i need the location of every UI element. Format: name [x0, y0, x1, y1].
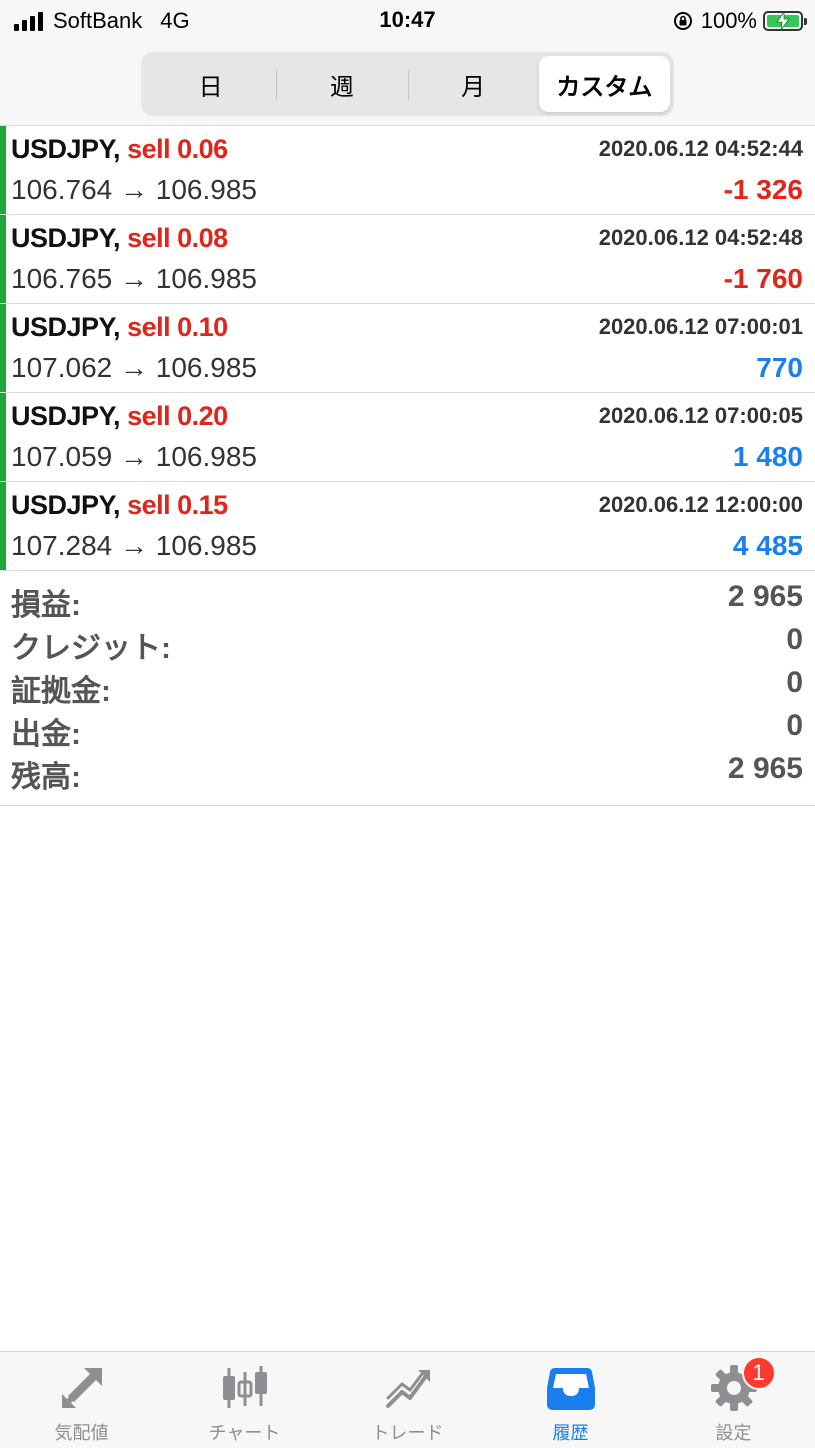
trade-symbol: USDJPY, [11, 490, 121, 520]
tab-settings[interactable]: 1 設定 [652, 1352, 815, 1448]
period-selector-bar: 日 週 月 カスタム [0, 42, 815, 126]
bottom-tab-bar: 気配値 チャート トレード 履歴 1 設定 [0, 1351, 815, 1448]
inbox-tray-icon [546, 1368, 595, 1410]
trade-side: sell 0.15 [127, 490, 228, 520]
tab-chart[interactable]: チャート [163, 1352, 326, 1448]
trade-profit: 4 485 [732, 530, 803, 561]
segment-day[interactable]: 日 [145, 56, 276, 112]
trade-prices: 107.059 → 106.985 [11, 441, 257, 472]
tab-label: チャート [208, 1423, 281, 1443]
trade-side: sell 0.08 [127, 223, 228, 253]
row-marker [0, 393, 6, 481]
account-summary: 損益: 2 965 クレジット: 0 証拠金: 0 出金: 0 残高: 2 96… [0, 580, 815, 806]
trade-symbol: USDJPY, [11, 223, 121, 253]
tab-history[interactable]: 履歴 [489, 1352, 652, 1448]
trade-prices: 107.284 → 106.985 [11, 530, 257, 561]
arrows-diagonal-icon [61, 1368, 102, 1408]
trade-prices: 107.062 → 106.985 [11, 352, 257, 383]
summary-value: 0 [786, 709, 803, 742]
rotation-lock-icon [673, 12, 692, 30]
summary-label: 出金: [11, 718, 81, 751]
summary-value: 2 965 [727, 580, 803, 613]
trade-prices: 106.764 → 106.985 [11, 174, 257, 205]
tab-label: 気配値 [54, 1423, 109, 1443]
trade-time: 2020.06.12 07:00:01 [598, 314, 803, 339]
trade-symbol: USDJPY, [11, 401, 121, 431]
summary-label: 損益: [11, 589, 81, 622]
segment-week[interactable]: 週 [276, 56, 407, 112]
trade-history-list: USDJPY, sell 0.06 2020.06.12 04:52:44 10… [0, 126, 815, 571]
trade-symbol: USDJPY, [11, 134, 121, 164]
trade-row[interactable]: USDJPY, sell 0.10 2020.06.12 07:00:01 10… [0, 304, 815, 393]
period-segmented-control: 日 週 月 カスタム [141, 52, 674, 116]
row-marker [0, 482, 6, 570]
tab-label: 設定 [715, 1423, 752, 1443]
summary-row-credit: クレジット: 0 [0, 623, 815, 666]
summary-value: 0 [786, 623, 803, 656]
row-marker [0, 126, 6, 214]
trade-row[interactable]: USDJPY, sell 0.06 2020.06.12 04:52:44 10… [0, 126, 815, 215]
summary-value: 2 965 [727, 752, 803, 785]
trade-row[interactable]: USDJPY, sell 0.08 2020.06.12 04:52:48 10… [0, 215, 815, 304]
summary-label: クレジット: [11, 632, 171, 665]
summary-label: 証拠金: [11, 675, 111, 708]
row-marker [0, 215, 6, 303]
trade-profit: 1 480 [732, 441, 803, 472]
candlestick-icon [222, 1366, 267, 1408]
battery-icon [763, 11, 807, 31]
trade-side: sell 0.20 [127, 401, 228, 431]
trade-row[interactable]: USDJPY, sell 0.15 2020.06.12 12:00:00 10… [0, 482, 815, 571]
notification-badge: 1 [741, 1356, 776, 1390]
trade-time: 2020.06.12 07:00:05 [598, 403, 803, 428]
trade-profit: 770 [756, 352, 803, 383]
summary-label: 残高: [11, 761, 81, 794]
trade-symbol: USDJPY, [11, 312, 121, 342]
tab-quotes[interactable]: 気配値 [0, 1352, 163, 1448]
tab-label: トレード [371, 1423, 444, 1443]
trade-side: sell 0.10 [127, 312, 228, 342]
trade-side: sell 0.06 [127, 134, 228, 164]
segment-month[interactable]: 月 [407, 56, 539, 112]
segment-custom[interactable]: カスタム [538, 56, 670, 112]
battery-percent: 100% [700, 8, 757, 33]
summary-row-profit: 損益: 2 965 [0, 580, 815, 623]
summary-row-deposit: 証拠金: 0 [0, 666, 815, 709]
trade-time: 2020.06.12 04:52:44 [598, 136, 803, 161]
tab-trade[interactable]: トレード [326, 1352, 489, 1448]
trend-line-icon [385, 1370, 430, 1408]
summary-row-balance: 残高: 2 965 [0, 752, 815, 795]
status-bar: SoftBank 4G 10:47 100% [0, 0, 815, 42]
summary-row-withdrawal: 出金: 0 [0, 709, 815, 752]
trade-profit: -1 760 [723, 263, 803, 294]
tab-label: 履歴 [552, 1423, 589, 1443]
summary-value: 0 [786, 666, 803, 699]
row-marker [0, 304, 6, 392]
trade-row[interactable]: USDJPY, sell 0.20 2020.06.12 07:00:05 10… [0, 393, 815, 482]
trade-time: 2020.06.12 12:00:00 [598, 492, 803, 517]
trade-time: 2020.06.12 04:52:48 [598, 225, 803, 250]
trade-prices: 106.765 → 106.985 [11, 263, 257, 294]
trade-profit: -1 326 [723, 174, 803, 205]
